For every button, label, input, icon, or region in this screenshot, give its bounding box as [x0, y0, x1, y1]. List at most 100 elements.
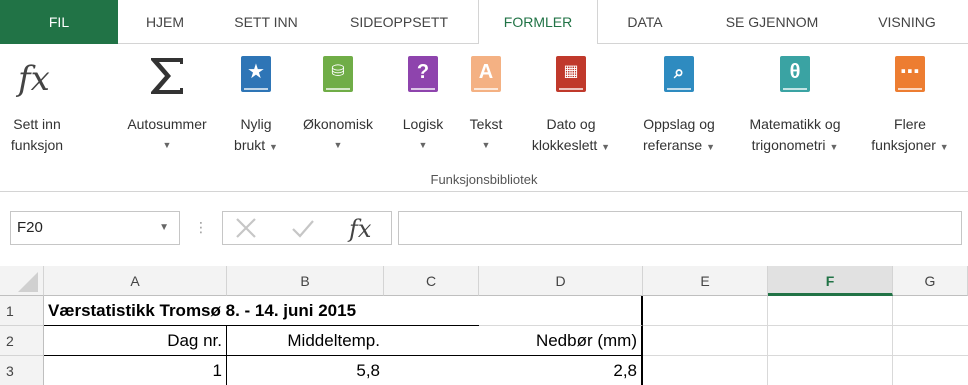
calendar-book-icon: ▦ [556, 56, 586, 92]
cell-d1[interactable] [479, 296, 643, 326]
formula-bar: F20 ▼ ⋮ fx [0, 193, 968, 266]
tab-data[interactable]: DATA [598, 0, 692, 44]
ribbon-tabs: FIL HJEM SETT INN SIDEOPPSETT FORMLER DA… [0, 0, 968, 45]
financial-button[interactable]: ⛁ Økonomisk ▼ [286, 44, 390, 174]
more-functions-label-2-text: funksjoner [871, 137, 936, 153]
more-functions-button[interactable]: ⋯ Flere funksjoner ▼ [858, 44, 962, 174]
enter-check-icon[interactable] [289, 216, 317, 245]
formula-bar-grip-icon[interactable]: ⋮ [194, 219, 208, 235]
lookup-reference-label-2: referanse ▼ [628, 136, 730, 156]
financial-label: Økonomisk [302, 116, 374, 132]
cell-g3[interactable] [893, 356, 968, 385]
chevron-down-icon[interactable]: ▼ [159, 212, 169, 244]
date-time-button[interactable]: ▦ Dato og klokkeslett ▼ [518, 44, 624, 174]
cell-f2[interactable] [768, 326, 893, 356]
ribbon-formulas: fx Sett inn funksjon Autosummer ▼ ★ Nyli… [0, 44, 968, 192]
name-box-value: F20 [17, 219, 43, 236]
date-time-label-2: klokkeslett ▼ [518, 136, 624, 156]
recently-used-label-2: brukt ▼ [228, 136, 284, 156]
date-time-label-2-text: klokkeslett [531, 137, 598, 153]
column-header-f[interactable]: F [768, 266, 893, 296]
chevron-down-icon: ▼ [418, 140, 428, 150]
row-header-1[interactable]: 1 [0, 296, 44, 326]
worksheet-grid: A B C D E F G 1 Værstatistikk Tromsø 8. … [0, 266, 968, 385]
coins-book-icon: ⛁ [323, 56, 353, 92]
tab-sett-inn[interactable]: SETT INN [212, 0, 320, 44]
column-header-g[interactable]: G [893, 266, 968, 296]
logical-label: Logisk [402, 116, 444, 132]
cancel-icon[interactable] [233, 216, 259, 245]
cell-c2[interactable] [384, 326, 479, 356]
more-functions-label-1: Flere [894, 116, 926, 132]
math-trig-label-2-text: trigonometri [751, 137, 826, 153]
cell-c3[interactable] [384, 356, 479, 385]
formula-input[interactable] [398, 211, 962, 245]
chevron-down-icon: ▼ [601, 142, 611, 152]
tab-sideoppsett[interactable]: SIDEOPPSETT [320, 0, 478, 44]
theta-book-icon: θ [780, 56, 810, 92]
chevron-down-icon: ▼ [829, 142, 839, 152]
insert-function-label-1: Sett inn [13, 116, 61, 132]
cell-g1[interactable] [893, 296, 968, 326]
math-trig-button[interactable]: θ Matematikk og trigonometri ▼ [734, 44, 856, 174]
column-header-e[interactable]: E [643, 266, 768, 296]
insert-function-button[interactable]: fx Sett inn funksjon [6, 44, 68, 174]
chevron-down-icon: ▼ [481, 140, 491, 150]
chevron-down-icon: ▼ [939, 142, 949, 152]
cell-f3[interactable] [768, 356, 893, 385]
column-header-a[interactable]: A [44, 266, 227, 296]
cell-e3[interactable] [643, 356, 768, 385]
cell-d3[interactable]: 2,8 [479, 356, 643, 385]
cell-a1[interactable]: Værstatistikk Tromsø 8. - 14. juni 2015 [44, 296, 479, 326]
name-box[interactable]: F20 ▼ [10, 211, 180, 245]
insert-function-label-2: funksjon [10, 137, 64, 153]
cell-a3[interactable]: 1 [44, 356, 227, 385]
column-header-b[interactable]: B [227, 266, 384, 296]
formula-bar-buttons: fx [222, 211, 392, 245]
recently-used-button[interactable]: ★ Nylig brukt ▼ [228, 44, 284, 174]
tab-se-gjennom[interactable]: SE GJENNOM [692, 0, 852, 44]
cell-f1[interactable] [768, 296, 893, 326]
recently-used-label-1: Nylig [240, 116, 272, 132]
star-book-icon: ★ [241, 56, 271, 92]
cell-g2[interactable] [893, 326, 968, 356]
tab-visning[interactable]: VISNING [852, 0, 962, 44]
math-trig-label-1: Matematikk og [749, 116, 841, 132]
more-functions-label-2: funksjoner ▼ [858, 136, 962, 156]
cell-e2[interactable] [643, 326, 768, 356]
tab-hjem[interactable]: HJEM [118, 0, 212, 44]
corner-triangle-icon [18, 272, 38, 292]
cell-b2[interactable]: Middeltemp. [227, 326, 384, 356]
row-header-3[interactable]: 3 [0, 356, 44, 385]
cell-b3[interactable]: 5,8 [227, 356, 384, 385]
question-book-icon: ? [408, 56, 438, 92]
logical-button[interactable]: ? Logisk ▼ [394, 44, 452, 174]
tab-formler[interactable]: FORMLER [478, 0, 598, 45]
column-header-d[interactable]: D [479, 266, 643, 296]
text-label: Tekst [469, 116, 503, 132]
select-all-corner[interactable] [0, 266, 44, 296]
cell-d2[interactable]: Nedbør (mm) [479, 326, 643, 356]
column-header-c[interactable]: C [384, 266, 479, 296]
cell-a2[interactable]: Dag nr. [44, 326, 227, 356]
lookup-reference-label-2-text: referanse [643, 137, 703, 153]
chevron-down-icon: ▼ [162, 140, 172, 150]
autosum-button[interactable]: Autosummer ▼ [108, 44, 226, 174]
svg-text:fx: fx [15, 59, 50, 98]
fx-icon: fx [14, 58, 60, 101]
date-time-label-1: Dato og [546, 116, 596, 132]
ribbon-group-label: Funksjonsbibliotek [430, 172, 538, 187]
math-trig-label-2: trigonometri ▼ [734, 136, 856, 156]
fx-symbol: fx [347, 215, 372, 243]
autosum-label: Autosummer [127, 116, 207, 132]
insert-function-icon[interactable]: fx [347, 213, 387, 248]
chevron-down-icon: ▼ [333, 140, 343, 150]
chevron-down-icon: ▼ [269, 142, 278, 152]
ellipsis-book-icon: ⋯ [895, 56, 925, 92]
cell-e1[interactable] [643, 296, 768, 326]
tab-fil[interactable]: FIL [0, 0, 118, 44]
row-header-2[interactable]: 2 [0, 326, 44, 356]
lookup-reference-button[interactable]: ⌕ Oppslag og referanse ▼ [628, 44, 730, 174]
recently-used-label-2-text: brukt [234, 137, 266, 153]
text-button[interactable]: A Tekst ▼ [458, 44, 514, 174]
